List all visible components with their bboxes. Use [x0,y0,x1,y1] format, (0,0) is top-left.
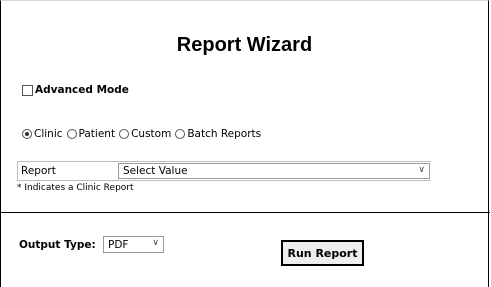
radio-clinic-label: Clinic [34,128,63,140]
advanced-mode-option[interactable]: Advanced Mode [22,84,129,96]
radio-patient-label: Patient [78,128,116,140]
section-divider [1,212,490,213]
report-wizard-panel: Report Wizard Advanced Mode Clinic Patie… [0,0,490,287]
radio-option-clinic[interactable]: Clinic [22,128,63,140]
radio-clinic[interactable] [22,129,32,139]
radio-custom[interactable] [119,129,130,139]
clinic-report-note: * Indicates a Clinic Report [17,183,134,193]
radio-batch-reports-label: Batch Reports [187,128,262,140]
output-type-select[interactable]: PDF ∨ [103,236,164,253]
advanced-mode-checkbox[interactable] [22,84,33,96]
run-report-button[interactable]: Run Report [281,240,364,266]
output-type-value: PDF [108,238,129,251]
radio-batch-reports[interactable] [175,129,186,139]
report-select[interactable]: Select Value ∨ [118,163,430,179]
page-title: Report Wizard [176,34,313,56]
chevron-down-icon: ∨ [418,165,425,175]
radio-patient[interactable] [66,129,77,139]
chevron-down-icon: ∨ [152,238,159,248]
advanced-mode-label: Advanced Mode [35,84,129,96]
report-type-radio-group: Clinic Patient Custom Batch Reports [22,128,265,140]
report-select-value: Select Value [123,165,188,177]
radio-custom-label: Custom [131,128,172,140]
radio-option-batch-reports[interactable]: Batch Reports [175,128,261,140]
radio-option-custom[interactable]: Custom [119,128,171,140]
output-type-label: Output Type: [19,239,96,251]
radio-option-patient[interactable]: Patient [66,128,116,140]
report-label: Report [21,165,56,177]
